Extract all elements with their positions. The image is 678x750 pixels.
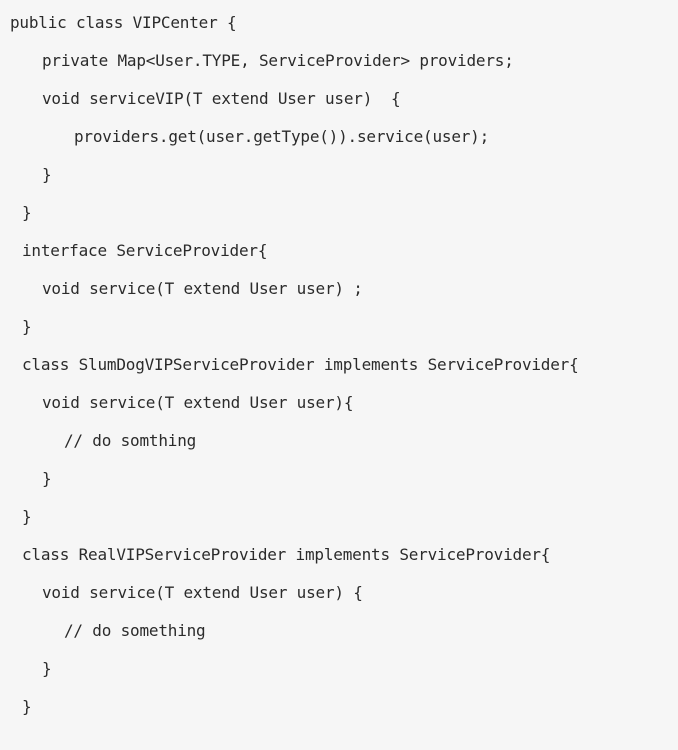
code-line: class SlumDogVIPServiceProvider implemen… <box>0 346 678 384</box>
code-text: class RealVIPServiceProvider implements … <box>22 545 551 564</box>
code-text: class SlumDogVIPServiceProvider implemen… <box>22 355 579 374</box>
code-text: } <box>22 317 32 336</box>
code-line: void service(T extend User user){ <box>0 384 678 422</box>
code-text: } <box>22 203 32 222</box>
code-block: public class VIPCenter { private Map<Use… <box>0 0 678 750</box>
code-text: interface ServiceProvider{ <box>22 241 268 260</box>
code-text: void service(T extend User user){ <box>42 393 354 412</box>
code-line: } <box>0 156 678 194</box>
code-line: } <box>0 650 678 688</box>
code-text: void serviceVIP(T extend User user) { <box>42 89 401 108</box>
code-line: public class VIPCenter { <box>0 4 678 42</box>
code-text: } <box>42 659 52 678</box>
code-line: // do something <box>0 612 678 650</box>
code-text: private Map<User.TYPE, ServiceProvider> … <box>42 51 514 70</box>
code-line: } <box>0 460 678 498</box>
code-line: } <box>0 498 678 536</box>
code-text: } <box>42 469 52 488</box>
code-text: // do somthing <box>64 431 197 450</box>
code-line: void serviceVIP(T extend User user) { <box>0 80 678 118</box>
code-text: public class VIPCenter { <box>10 13 237 32</box>
code-line: } <box>0 308 678 346</box>
code-line: interface ServiceProvider{ <box>0 232 678 270</box>
code-line: providers.get(user.getType()).service(us… <box>0 118 678 156</box>
code-line: private Map<User.TYPE, ServiceProvider> … <box>0 42 678 80</box>
code-text: providers.get(user.getType()).service(us… <box>74 127 490 146</box>
code-line: // do somthing <box>0 422 678 460</box>
code-text: // do something <box>64 621 206 640</box>
code-line: } <box>0 194 678 232</box>
code-text: } <box>22 697 32 716</box>
code-line: void service(T extend User user) { <box>0 574 678 612</box>
code-text: void service(T extend User user) ; <box>42 279 363 298</box>
code-line: } <box>0 688 678 726</box>
code-text: } <box>42 165 52 184</box>
code-text: void service(T extend User user) { <box>42 583 363 602</box>
code-line: void service(T extend User user) ; <box>0 270 678 308</box>
code-text: } <box>22 507 32 526</box>
code-line: class RealVIPServiceProvider implements … <box>0 536 678 574</box>
